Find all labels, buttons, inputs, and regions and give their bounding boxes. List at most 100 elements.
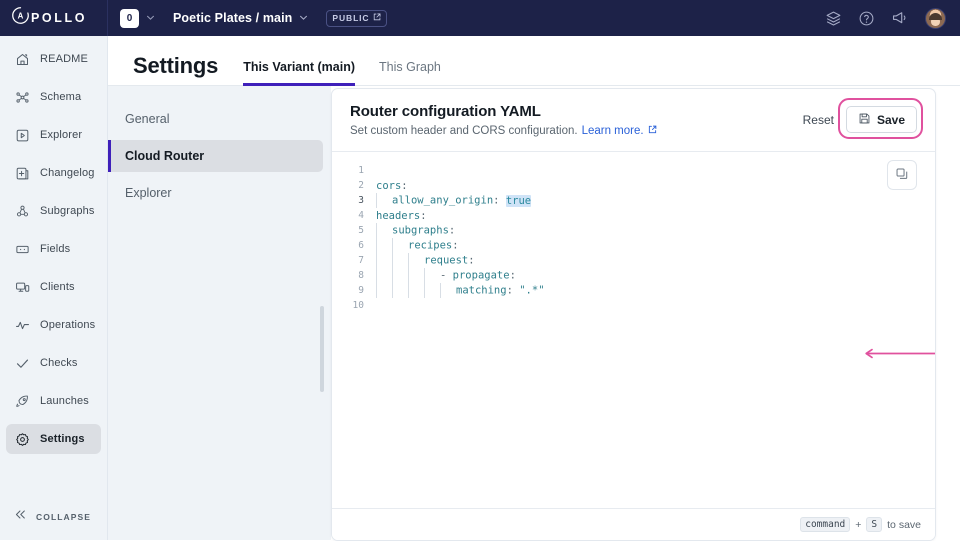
line-number: 8 bbox=[358, 270, 364, 281]
readme-icon bbox=[14, 51, 30, 67]
kbd-s: S bbox=[866, 517, 883, 532]
collapse-sidebar-button[interactable]: COLLAPSE bbox=[0, 508, 108, 526]
page-header: Settings This Variant (main) This Graph bbox=[108, 36, 960, 86]
line-number: 7 bbox=[358, 255, 364, 266]
learn-more-link[interactable]: Learn more. bbox=[582, 125, 644, 137]
sidebar-item-settings[interactable]: Settings bbox=[6, 424, 101, 454]
sidebar-item-label: Fields bbox=[40, 243, 71, 255]
graph-breadcrumb[interactable]: Poetic Plates / main bbox=[173, 11, 292, 25]
gear-icon bbox=[14, 431, 30, 447]
help-circle-icon[interactable] bbox=[858, 10, 875, 27]
code-text: - propagate: bbox=[376, 268, 516, 283]
sidebar-item-operations[interactable]: Operations bbox=[6, 310, 101, 340]
subnav-item-explorer[interactable]: Explorer bbox=[108, 177, 323, 209]
sidebar-item-clients[interactable]: Clients bbox=[6, 272, 101, 302]
org-avatar-badge[interactable]: 0 bbox=[120, 8, 139, 28]
sidebar-item-label: Subgraphs bbox=[40, 205, 95, 217]
graph-chevron-down-icon[interactable] bbox=[299, 9, 308, 27]
code-line: 8 - propagate: bbox=[332, 268, 935, 283]
line-number: 1 bbox=[358, 165, 364, 176]
line-number: 3 bbox=[358, 195, 364, 206]
floppy-disk-icon bbox=[858, 112, 871, 128]
sidebar-item-label: Settings bbox=[40, 433, 85, 445]
collapse-label: COLLAPSE bbox=[36, 512, 92, 522]
subnav-item-cloud-router[interactable]: Cloud Router bbox=[108, 140, 323, 172]
visibility-label: PUBLIC bbox=[332, 13, 370, 23]
settings-page: Settings This Variant (main) This Graph … bbox=[108, 36, 960, 541]
top-bar-actions bbox=[825, 7, 960, 29]
sidebar-item-launches[interactable]: Launches bbox=[6, 386, 101, 416]
sidebar-item-explorer[interactable]: Explorer bbox=[6, 120, 101, 150]
visibility-badge[interactable]: PUBLIC bbox=[326, 9, 388, 27]
svg-text:A: A bbox=[18, 12, 24, 21]
copy-icon bbox=[895, 167, 909, 184]
line-number: 10 bbox=[352, 300, 364, 311]
editor-footer-hint: command + S to save bbox=[332, 508, 935, 540]
sidebar-item-label: Clients bbox=[40, 281, 75, 293]
operations-icon bbox=[14, 317, 30, 333]
code-text: subgraphs: bbox=[376, 223, 455, 238]
sidebar-item-label: Schema bbox=[40, 91, 82, 103]
avatar[interactable] bbox=[925, 7, 946, 29]
code-text: request: bbox=[376, 253, 475, 268]
to-save-label: to save bbox=[887, 518, 921, 531]
line-number: 6 bbox=[358, 240, 364, 251]
sidebar-item-label: README bbox=[40, 53, 88, 65]
line-number: 4 bbox=[358, 210, 364, 221]
code-line: 5 subgraphs: bbox=[332, 223, 935, 238]
code-line: 10 bbox=[332, 298, 935, 313]
copy-button[interactable] bbox=[887, 160, 917, 190]
fields-icon bbox=[14, 241, 30, 257]
main-sidebar: README Schema Explorer Changelog Subgrap… bbox=[0, 36, 108, 540]
code-line: 9 matching: ".*" bbox=[332, 283, 935, 298]
schema-icon bbox=[14, 89, 30, 105]
megaphone-icon[interactable] bbox=[891, 9, 909, 27]
line-number: 2 bbox=[358, 180, 364, 191]
line-number: 5 bbox=[358, 225, 364, 236]
subnav-item-general[interactable]: General bbox=[108, 103, 323, 135]
sidebar-item-checks[interactable]: Checks bbox=[6, 348, 101, 378]
card-subtitle-text: Set custom header and CORS configuration… bbox=[350, 125, 578, 137]
tab-this-variant[interactable]: This Variant (main) bbox=[243, 60, 356, 86]
apollo-logo[interactable]: A POLLO bbox=[0, 0, 108, 36]
save-button[interactable]: Save bbox=[845, 106, 917, 133]
router-config-card: Router configuration YAML Set custom hea… bbox=[331, 88, 936, 541]
sidebar-item-readme[interactable]: README bbox=[6, 44, 101, 74]
double-chevron-left-icon bbox=[14, 508, 27, 526]
chevron-down-icon[interactable] bbox=[146, 9, 155, 27]
code-line-current: 3 allow_any_origin: true bbox=[332, 193, 935, 208]
sidebar-item-label: Explorer bbox=[40, 129, 83, 141]
code-text: cors: bbox=[376, 179, 408, 192]
external-link-icon bbox=[373, 13, 381, 23]
sidebar-item-label: Operations bbox=[40, 319, 96, 331]
subnav-scrollbar[interactable] bbox=[320, 306, 324, 392]
explorer-icon bbox=[14, 127, 30, 143]
apollo-logo-text: POLLO bbox=[31, 11, 88, 25]
sidebar-item-fields[interactable]: Fields bbox=[6, 234, 101, 264]
sidebar-item-schema[interactable]: Schema bbox=[6, 82, 101, 112]
top-bar: A POLLO 0 Poetic Plates / main PUBLIC bbox=[0, 0, 960, 36]
plus-sign: + bbox=[855, 518, 862, 531]
sidebar-item-changelog[interactable]: Changelog bbox=[6, 158, 101, 188]
layers-icon[interactable] bbox=[825, 10, 842, 27]
sidebar-item-label: Checks bbox=[40, 357, 78, 369]
subgraphs-icon bbox=[14, 203, 30, 219]
code-line: 1 bbox=[332, 163, 935, 178]
card-actions: Reset Save bbox=[803, 98, 923, 139]
sidebar-item-label: Changelog bbox=[40, 167, 95, 179]
tab-this-graph[interactable]: This Graph bbox=[379, 60, 441, 86]
yaml-editor[interactable]: 1 2 cors: 3 allow_any_origin: true 4 hea… bbox=[332, 152, 935, 540]
line-number: 9 bbox=[358, 285, 364, 296]
apollo-logo-icon: A bbox=[11, 6, 30, 30]
card-title: Router configuration YAML bbox=[350, 103, 541, 120]
reset-button[interactable]: Reset bbox=[803, 113, 834, 127]
launches-icon bbox=[14, 393, 30, 409]
pink-arrow-annotation bbox=[865, 348, 935, 359]
code-line: 4 headers: bbox=[332, 208, 935, 223]
sidebar-item-subgraphs[interactable]: Subgraphs bbox=[6, 196, 101, 226]
external-link-icon[interactable] bbox=[648, 125, 657, 137]
code-text: matching: ".*" bbox=[376, 283, 545, 298]
code-line: 6 recipes: bbox=[332, 238, 935, 253]
code-text: headers: bbox=[376, 209, 427, 222]
code-text: recipes: bbox=[376, 238, 459, 253]
